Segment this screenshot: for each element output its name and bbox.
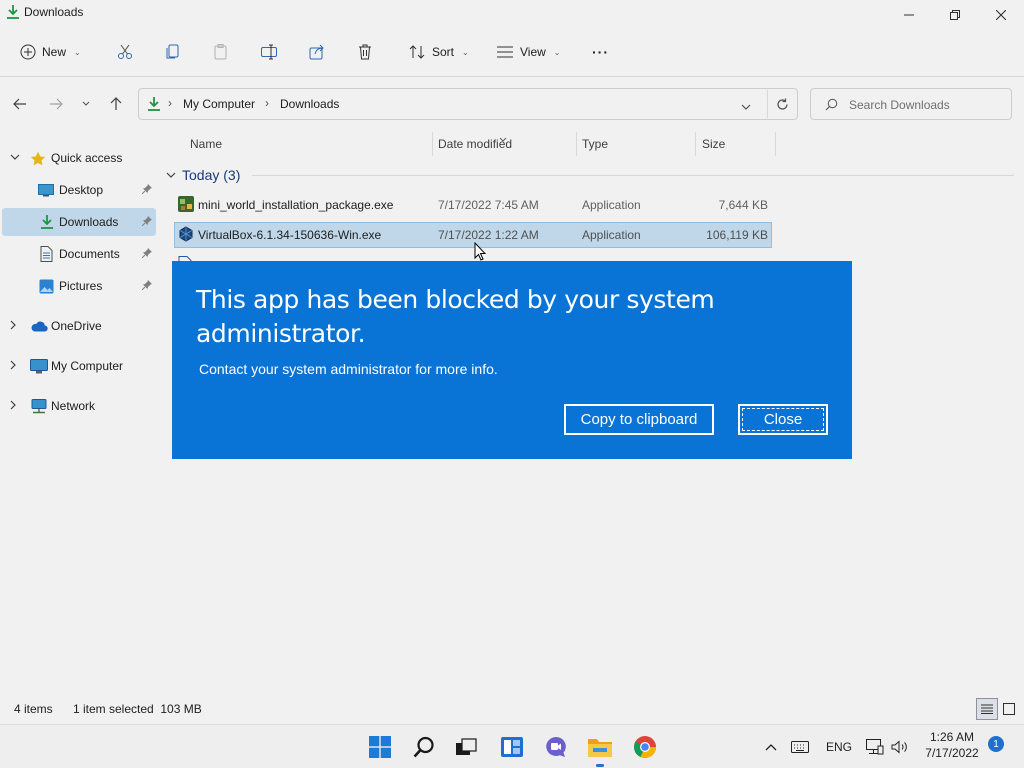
file-explorer-icon: [588, 739, 612, 757]
file-explorer-button[interactable]: [582, 731, 618, 763]
network-status-icon[interactable]: [864, 725, 886, 768]
dialog-message: Contact your system administrator for mo…: [199, 361, 498, 377]
blocked-app-dialog: This app has been blocked by your system…: [172, 261, 852, 459]
clock[interactable]: 1:26 AM 7/17/2022: [918, 729, 986, 761]
start-button[interactable]: [362, 731, 398, 763]
widgets-icon: [501, 737, 523, 757]
dialog-heading: This app has been blocked by your system…: [196, 285, 715, 348]
task-view-button[interactable]: [448, 731, 484, 763]
mouse-cursor-icon: [474, 241, 487, 264]
widgets-button[interactable]: [494, 731, 530, 763]
close-button[interactable]: Close: [738, 404, 828, 435]
input-language[interactable]: ENG: [822, 725, 856, 768]
show-hidden-icons-button[interactable]: [760, 725, 782, 768]
notification-badge[interactable]: 1: [988, 736, 1004, 752]
chevron-up-icon: [765, 744, 777, 751]
clock-date: 7/17/2022: [925, 746, 979, 760]
chrome-button[interactable]: [627, 731, 663, 763]
active-app-indicator: [596, 764, 604, 767]
task-view-icon: [456, 738, 477, 755]
taskbar: ENG 1:26 AM 7/17/2022: [0, 724, 1024, 768]
chat-icon: [546, 736, 566, 757]
start-icon: [369, 736, 391, 758]
keyboard-icon: [791, 741, 809, 753]
touch-keyboard-button[interactable]: [788, 725, 812, 768]
copy-to-clipboard-button[interactable]: Copy to clipboard: [564, 404, 714, 435]
search-icon: [413, 736, 434, 758]
search-button[interactable]: [406, 731, 442, 763]
chat-button[interactable]: [538, 731, 574, 763]
chrome-icon: [634, 736, 656, 758]
clock-time: 1:26 AM: [929, 730, 975, 744]
volume-icon[interactable]: [888, 725, 912, 768]
file-explorer-window: Downloads New ⌄ Sort ⌄ View ⌄ ··· › My C…: [0, 0, 1024, 724]
